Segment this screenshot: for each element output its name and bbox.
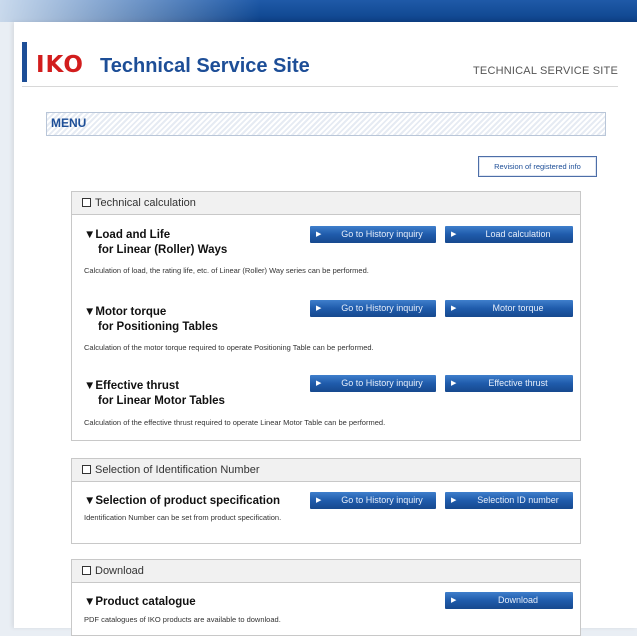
item-description: Identification Number can be set from pr… — [84, 513, 282, 522]
item-title: ▼Load and Life — [84, 229, 171, 241]
play-arrow-icon: ▶ — [316, 305, 322, 312]
item-subtitle: for Linear Motor Tables — [98, 395, 225, 407]
load-calculation-button[interactable]: ▶ Load calculation — [445, 226, 573, 243]
item-title: ▼Effective thrust — [84, 380, 180, 392]
selection-product-specification: ▼Selection of product specification ▶ Go… — [84, 492, 574, 534]
top-banner-highlight — [0, 0, 260, 22]
section-header: Technical calculation — [72, 192, 580, 215]
item-description: Calculation of load, the rating life, et… — [84, 266, 369, 275]
download-product-catalogue: ▼Product catalogue ▶ Download PDF catalo… — [84, 592, 574, 631]
square-bullet-icon — [82, 198, 91, 207]
play-arrow-icon: ▶ — [316, 380, 322, 387]
history-inquiry-button[interactable]: ▶ Go to History inquiry — [310, 492, 436, 509]
history-inquiry-button[interactable]: ▶ Go to History inquiry — [310, 226, 436, 243]
play-arrow-icon: ▶ — [316, 497, 322, 504]
section-header: Selection of Identification Number — [72, 459, 580, 482]
site-header: IKO Technical Service Site TECHNICAL SER… — [22, 40, 618, 87]
item-subtitle: for Linear (Roller) Ways — [98, 244, 228, 256]
site-tagline: TECHNICAL SERVICE SITE — [473, 65, 618, 77]
square-bullet-icon — [82, 566, 91, 575]
selection-id-number-button[interactable]: ▶ Selection ID number — [445, 492, 573, 509]
section-header: Download — [72, 560, 580, 583]
play-arrow-icon: ▶ — [451, 497, 457, 504]
section-title: Download — [95, 565, 144, 577]
section-title: Selection of Identification Number — [95, 464, 260, 476]
play-arrow-icon: ▶ — [451, 597, 457, 604]
section-technical-calculation: Technical calculation ▼Load and Life for… — [71, 191, 581, 441]
site-title: Technical Service Site — [100, 55, 310, 77]
square-bullet-icon — [82, 465, 91, 474]
item-title: ▼Selection of product specification — [84, 495, 281, 507]
motor-torque-button[interactable]: ▶ Motor torque — [445, 300, 573, 317]
play-arrow-icon: ▶ — [451, 305, 457, 312]
top-banner — [0, 0, 637, 22]
menu-heading: MENU — [46, 112, 606, 136]
play-arrow-icon: ▶ — [451, 380, 457, 387]
iko-logo[interactable]: IKO — [36, 52, 84, 78]
calc-item-effective-thrust: ▼Effective thrust for Linear Motor Table… — [84, 375, 574, 433]
download-button[interactable]: ▶ Download — [445, 592, 573, 609]
play-arrow-icon: ▶ — [316, 231, 322, 238]
effective-thrust-button[interactable]: ▶ Effective thrust — [445, 375, 573, 392]
item-description: PDF catalogues of IKO products are avail… — [84, 615, 281, 624]
item-subtitle: for Positioning Tables — [98, 321, 218, 333]
item-description: Calculation of the motor torque required… — [84, 343, 374, 352]
header-accent-bar — [22, 42, 27, 82]
history-inquiry-button[interactable]: ▶ Go to History inquiry — [310, 375, 436, 392]
item-title: ▼Product catalogue — [84, 596, 196, 608]
history-inquiry-button[interactable]: ▶ Go to History inquiry — [310, 300, 436, 317]
calc-item-motor-torque: ▼Motor torque for Positioning Tables ▶ G… — [84, 300, 574, 359]
revision-registered-info-button[interactable]: Revision of registered info — [478, 156, 597, 177]
section-selection-identification-number: Selection of Identification Number ▼Sele… — [71, 458, 581, 544]
menu-label: MENU — [51, 116, 87, 130]
calc-item-load-life: ▼Load and Life for Linear (Roller) Ways … — [84, 226, 574, 282]
play-arrow-icon: ▶ — [451, 231, 457, 238]
item-title: ▼Motor torque — [84, 306, 167, 318]
item-description: Calculation of the effective thrust requ… — [84, 418, 386, 427]
section-title: Technical calculation — [95, 197, 196, 209]
section-download: Download ▼Product catalogue ▶ Download P… — [71, 559, 581, 636]
